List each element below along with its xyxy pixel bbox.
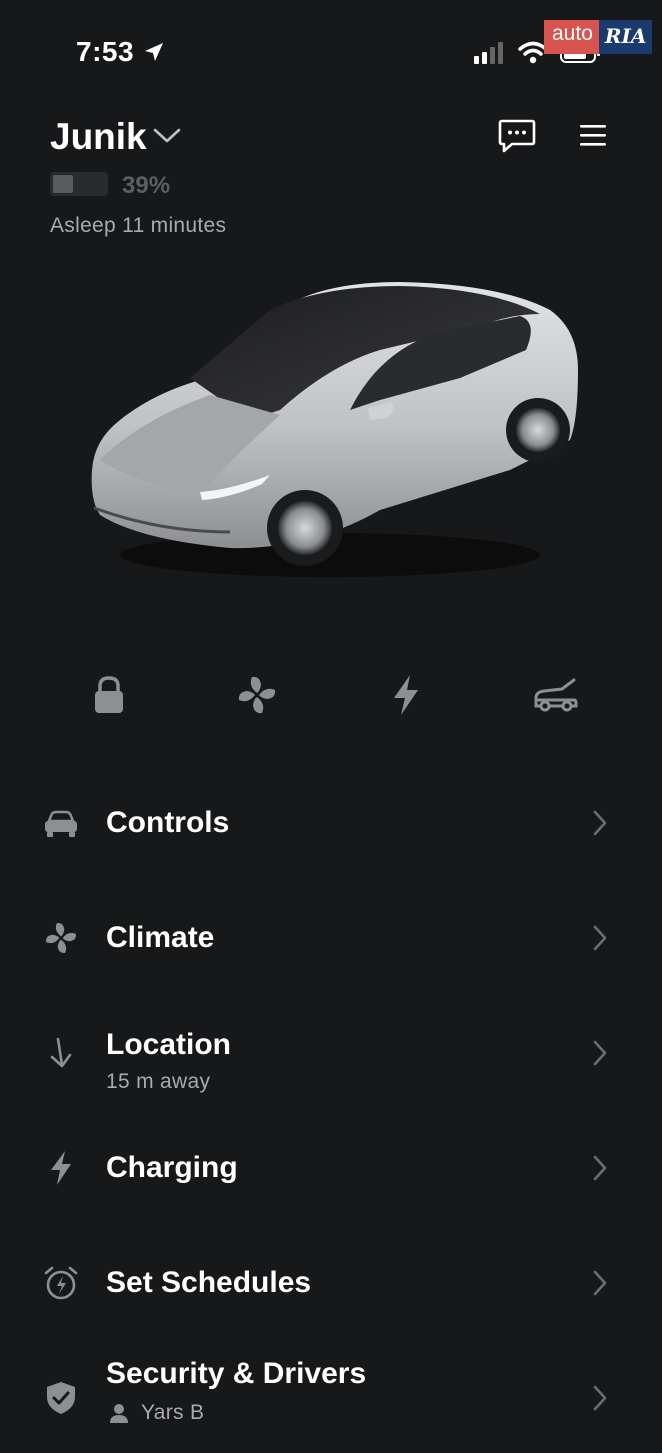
location-label: Location	[106, 1028, 231, 1061]
chevron-right-icon	[593, 1155, 607, 1181]
chevron-down-icon[interactable]	[152, 126, 182, 146]
driver-name: Yars B	[141, 1401, 205, 1424]
menu-item-location[interactable]: Location 15 m away	[0, 998, 662, 1108]
climate-quick-button[interactable]	[234, 672, 280, 718]
watermark-auto: auto	[544, 20, 599, 54]
schedules-label: Set Schedules	[106, 1266, 312, 1299]
fan-icon	[238, 676, 276, 714]
cellular-signal-icon	[474, 42, 503, 64]
location-arrow-icon	[145, 43, 163, 61]
battery-level-fill	[53, 175, 73, 193]
fan-icon	[46, 923, 76, 953]
vehicle-image	[91, 282, 579, 577]
status-time: 7:53	[76, 36, 135, 67]
menu-item-charging[interactable]: Charging	[0, 1113, 662, 1223]
battery-level-bar	[50, 172, 108, 196]
location-distance: 15 m away	[106, 1070, 211, 1093]
menu-item-set-schedules[interactable]: Set Schedules	[0, 1228, 662, 1338]
person-icon	[110, 1404, 128, 1423]
controls-label: Controls	[106, 806, 230, 839]
frunk-icon	[534, 678, 578, 712]
charging-label: Charging	[106, 1151, 238, 1184]
lock-icon	[95, 676, 123, 713]
arrow-down-icon	[50, 1037, 72, 1068]
chevron-right-icon	[593, 810, 607, 836]
menu-item-climate[interactable]: Climate	[0, 883, 662, 993]
chat-icon[interactable]	[498, 118, 536, 154]
chevron-right-icon	[593, 1385, 607, 1411]
alarm-clock-icon	[44, 1266, 78, 1300]
chevron-right-icon	[593, 1040, 607, 1066]
security-label: Security & Drivers	[106, 1357, 367, 1390]
chevron-right-icon	[593, 1270, 607, 1296]
charging-quick-button[interactable]	[383, 672, 429, 718]
climate-label: Climate	[106, 921, 215, 954]
watermark: auto RIA	[544, 20, 656, 56]
car-icon	[45, 810, 77, 837]
shield-icon	[47, 1382, 75, 1414]
lock-button[interactable]	[86, 672, 132, 718]
menu-item-security-drivers[interactable]: Security & Drivers Yars B	[0, 1343, 662, 1453]
chevron-right-icon	[593, 925, 607, 951]
frunk-quick-button[interactable]	[532, 672, 578, 718]
hamburger-menu-icon[interactable]	[578, 122, 608, 148]
vehicle-name[interactable]: Junik	[50, 116, 147, 158]
battery-percent: 39%	[122, 172, 171, 199]
bolt-icon	[394, 675, 418, 715]
vehicle-status: Asleep 11 minutes	[50, 214, 227, 237]
bolt-icon	[51, 1151, 71, 1185]
menu-item-controls[interactable]: Controls	[0, 768, 662, 878]
watermark-ria: RIA	[598, 20, 653, 54]
